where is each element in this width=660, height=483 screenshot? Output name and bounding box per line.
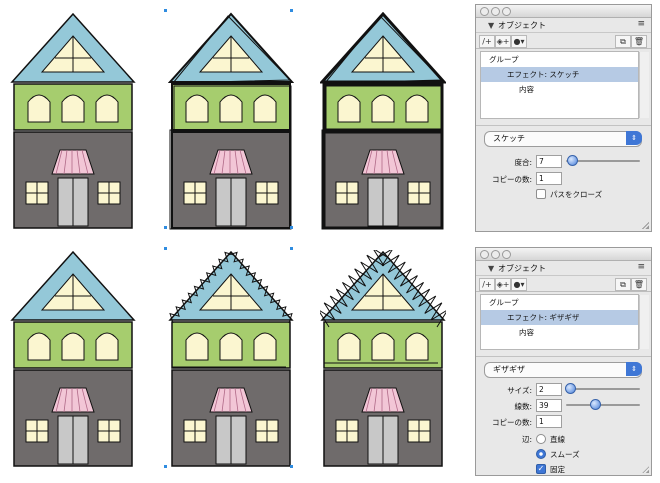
house-sketch-heavy[interactable] [320,12,446,230]
house-plain[interactable] [10,250,136,468]
tree-item-effect[interactable]: エフェクト: ギザギザ [481,310,638,325]
radio-smooth[interactable] [536,449,546,459]
panel-title: オブジェクト [498,21,546,30]
copies-label: コピーの数: [491,418,532,427]
selection-handle[interactable] [290,247,293,250]
zoom-button[interactable] [502,7,511,16]
add-fill-icon[interactable]: ◈+ [495,278,511,291]
close-path-checkbox[interactable] [536,189,546,199]
size-field[interactable]: 2 [536,383,562,396]
radio-smooth-label: スムーズ [550,450,580,459]
selection-handle[interactable] [290,9,293,12]
trash-icon[interactable]: 🗑 [631,278,647,291]
trash-icon[interactable]: 🗑 [631,35,647,48]
panel-menu-icon[interactable]: ≡ [637,19,645,29]
add-stroke-icon[interactable]: /+ [479,35,495,48]
lines-label: 線数: [514,402,532,411]
amount-field[interactable]: 7 [536,155,562,168]
panel-titlebar[interactable] [476,5,651,18]
tree-item-contents[interactable]: 内容 [481,325,638,340]
house-sketch[interactable] [168,12,294,230]
selection-handle[interactable] [290,465,293,468]
add-effect-icon[interactable]: ●▾ [511,278,527,291]
tree-item-group[interactable]: グループ [481,295,638,310]
minimize-button[interactable] [491,250,500,259]
object-tree: グループ エフェクト: スケッチ 内容 [480,51,649,119]
duplicate-icon[interactable]: ⧉ [615,278,631,291]
radio-straight[interactable] [536,434,546,444]
scrollbar[interactable] [639,295,649,349]
house-spiky[interactable] [320,250,446,468]
selection-handle[interactable] [290,226,293,229]
copies-field[interactable]: 1 [536,172,562,185]
add-fill-icon[interactable]: ◈+ [495,35,511,48]
effect-select[interactable]: ギザギザ ⇕ [484,362,642,378]
radio-straight-label: 直線 [550,435,565,444]
house-zigzag[interactable] [168,250,294,468]
selection-handle[interactable] [164,465,167,468]
copies-field[interactable]: 1 [536,415,562,428]
size-slider-track[interactable] [566,388,640,390]
effect-select[interactable]: スケッチ ⇕ [484,131,642,147]
zoom-button[interactable] [502,250,511,259]
selection-handle[interactable] [164,226,167,229]
chevron-updown-icon: ⇕ [626,131,642,145]
object-panel-zigzag: ▼ オブジェクト ≡ /+ ◈+ ●▾ ⧉ 🗑 グループ エフェクト: ギザギザ… [475,247,652,476]
copies-label: コピーの数: [491,175,532,184]
amount-slider-knob[interactable] [567,155,578,166]
lines-field[interactable]: 39 [536,399,562,412]
size-slider-knob[interactable] [565,383,576,394]
size-label: サイズ: [507,386,532,395]
panel-menu-icon[interactable]: ≡ [637,262,645,272]
house-plain[interactable] [10,12,136,230]
fixed-label: 固定 [550,465,565,474]
edge-label: 辺: [521,435,532,444]
panel-title: オブジェクト [498,264,546,273]
selection-handle[interactable] [164,247,167,250]
resize-grip-icon[interactable] [642,466,649,473]
fixed-checkbox[interactable]: ✓ [536,464,546,474]
tree-item-group[interactable]: グループ [481,52,638,67]
tree-item-contents[interactable]: 内容 [481,82,638,97]
collapse-triangle-icon[interactable]: ▼ [488,21,494,30]
duplicate-icon[interactable]: ⧉ [615,35,631,48]
add-effect-icon[interactable]: ●▾ [511,35,527,48]
lines-slider-knob[interactable] [590,399,601,410]
minimize-button[interactable] [491,7,500,16]
add-stroke-icon[interactable]: /+ [479,278,495,291]
amount-label: 度合: [514,158,532,167]
chevron-updown-icon: ⇕ [626,362,642,376]
collapse-triangle-icon[interactable]: ▼ [488,264,494,273]
lines-slider-track[interactable] [566,404,640,406]
tree-item-effect[interactable]: エフェクト: スケッチ [481,67,638,82]
panel-titlebar[interactable] [476,248,651,261]
object-panel-sketch: ▼ オブジェクト ≡ /+ ◈+ ●▾ ⧉ 🗑 グループ エフェクト: スケッチ… [475,4,652,232]
close-path-label: パスをクローズ [550,190,603,199]
close-button[interactable] [480,7,489,16]
object-tree: グループ エフェクト: ギザギザ 内容 [480,294,649,350]
selection-handle[interactable] [164,9,167,12]
scrollbar[interactable] [639,52,649,118]
close-button[interactable] [480,250,489,259]
resize-grip-icon[interactable] [642,222,649,229]
